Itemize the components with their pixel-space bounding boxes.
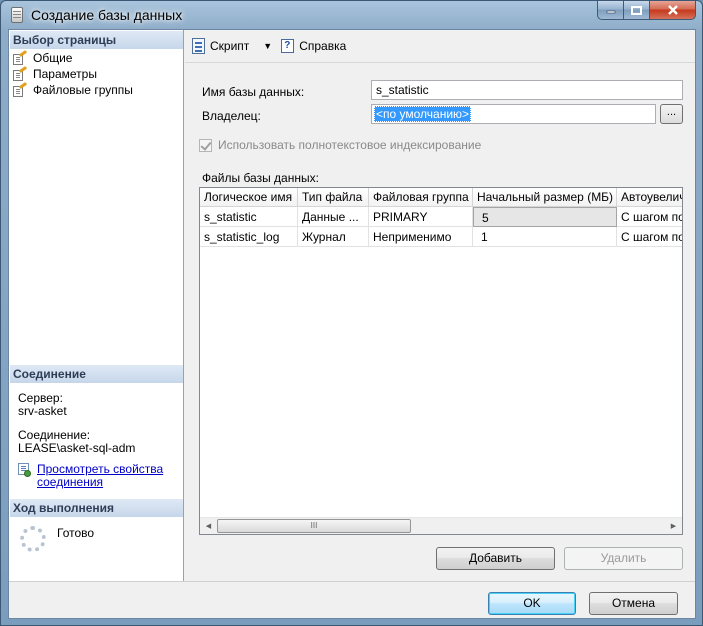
sidebar-item-filegroups[interactable]: Файловые группы [13,81,133,98]
link-line-2: соединения [37,475,104,489]
owner-label: Владелец: [202,109,261,123]
column-header[interactable]: Файловая группа [369,188,473,207]
db-files-grid[interactable]: Логическое имя Тип файла Файловая группа… [199,187,683,535]
table-cell[interactable]: s_statistic [200,207,298,227]
db-name-input[interactable]: s_statistic [371,80,683,100]
window-title: Создание базы данных [31,7,183,23]
sidebar-item-label: Параметры [33,67,97,81]
left-pane: Выбор страницы Общие Параметры Файловые … [9,30,184,581]
right-pane: Скрипт ▼ ? Справка Имя базы данных: s_st… [185,30,697,581]
table-cell[interactable]: Данные ... [298,207,369,227]
help-button[interactable]: ? Справка [280,38,346,54]
toolbar-separator [185,62,695,63]
maximize-icon [631,5,642,15]
page-wand-icon [13,49,28,65]
server-value: srv-asket [18,404,67,418]
table-row[interactable]: s_statistic_log Журнал Неприменимо 1 С ш… [200,227,682,247]
script-icon [191,38,207,54]
owner-browse-button[interactable]: ... [660,104,683,124]
dialog-client: Выбор страницы Общие Параметры Файловые … [8,29,696,619]
script-label: Скрипт [210,39,250,53]
remove-button[interactable]: Удалить [564,547,683,570]
fulltext-label: Использовать полнотекстовое индексирован… [218,138,482,152]
table-cell[interactable]: Неприменимо [369,227,473,247]
owner-input[interactable]: <по умолчанию> [371,104,656,124]
scroll-thumb[interactable]: III [217,519,411,533]
fulltext-checkbox-row[interactable]: Использовать полнотекстовое индексирован… [199,138,481,152]
view-connection-properties-link[interactable]: Просмотреть свойства соединения [18,463,167,489]
connection-value: LEASE\asket-sql-adm [18,441,136,455]
scroll-right-icon[interactable]: ▶ [665,518,682,534]
select-page-header: Выбор страницы [10,31,183,49]
ok-button[interactable]: OK [488,592,576,615]
dialog-window: Создание базы данных Выбор страницы Общи… [0,0,703,626]
table-row[interactable]: s_statistic Данные ... PRIMARY 5 С шагом… [200,207,682,227]
progress-spinner-icon [20,526,46,552]
cancel-button[interactable]: Отмена [589,592,678,615]
caption-buttons [597,1,696,21]
add-button[interactable]: Добавить [436,547,555,570]
page-wand-icon [13,81,28,97]
db-files-label: Файлы базы данных: [202,171,319,185]
db-name-label: Имя базы данных: [202,85,305,99]
column-header[interactable]: Логическое имя [200,188,298,207]
help-label: Справка [299,39,347,53]
toolbar: Скрипт ▼ ? Справка [185,30,695,62]
sidebar-item-label: Файловые группы [33,83,133,97]
document-icon [11,7,23,23]
progress-status: Готово [57,526,95,540]
sidebar-item-label: Общие [33,51,73,65]
maximize-button[interactable] [624,1,650,20]
title-bar[interactable]: Создание базы данных [1,1,702,29]
grid-header: Логическое имя Тип файла Файловая группа… [200,188,682,207]
table-cell[interactable]: PRIMARY [369,207,473,227]
server-label: Сервер: [18,391,63,405]
sidebar-item-options[interactable]: Параметры [13,65,97,82]
table-cell[interactable]: С шагом по 1 [617,207,682,227]
table-cell[interactable]: Журнал [298,227,369,247]
table-cell[interactable]: s_statistic_log [200,227,298,247]
progress-header: Ход выполнения [10,499,183,517]
dialog-button-bar: OK Отмена [9,581,695,618]
fulltext-checkbox[interactable] [199,138,212,152]
column-header[interactable]: Автоувеличение [617,188,682,207]
horizontal-scrollbar[interactable]: ◀ III ▶ [200,517,682,534]
table-cell[interactable]: 1 [473,227,617,247]
script-dropdown-button[interactable]: ▼ [259,41,276,51]
script-button[interactable]: Скрипт [191,38,249,54]
connection-header: Соединение [10,365,183,383]
column-header[interactable]: Тип файла [298,188,369,207]
column-header[interactable]: Начальный размер (МБ) [473,188,617,207]
connection-label: Соединение: [18,428,91,442]
close-button[interactable] [650,1,696,20]
page-wand-icon [13,65,28,81]
owner-value: <по умолчанию> [374,106,472,122]
minimize-icon [606,10,615,14]
scroll-left-icon[interactable]: ◀ [200,518,217,534]
minimize-button[interactable] [597,1,624,20]
dropdown-arrow-icon: ▼ [263,41,273,51]
table-cell[interactable]: С шагом по 1 [617,227,682,247]
properties-icon [18,463,32,477]
help-icon: ? [280,38,296,54]
link-line-1: Просмотреть свойства [37,462,164,476]
initial-size-cell-selected[interactable]: 5 [473,207,617,227]
close-icon [667,5,678,15]
sidebar-item-general[interactable]: Общие [13,49,73,66]
